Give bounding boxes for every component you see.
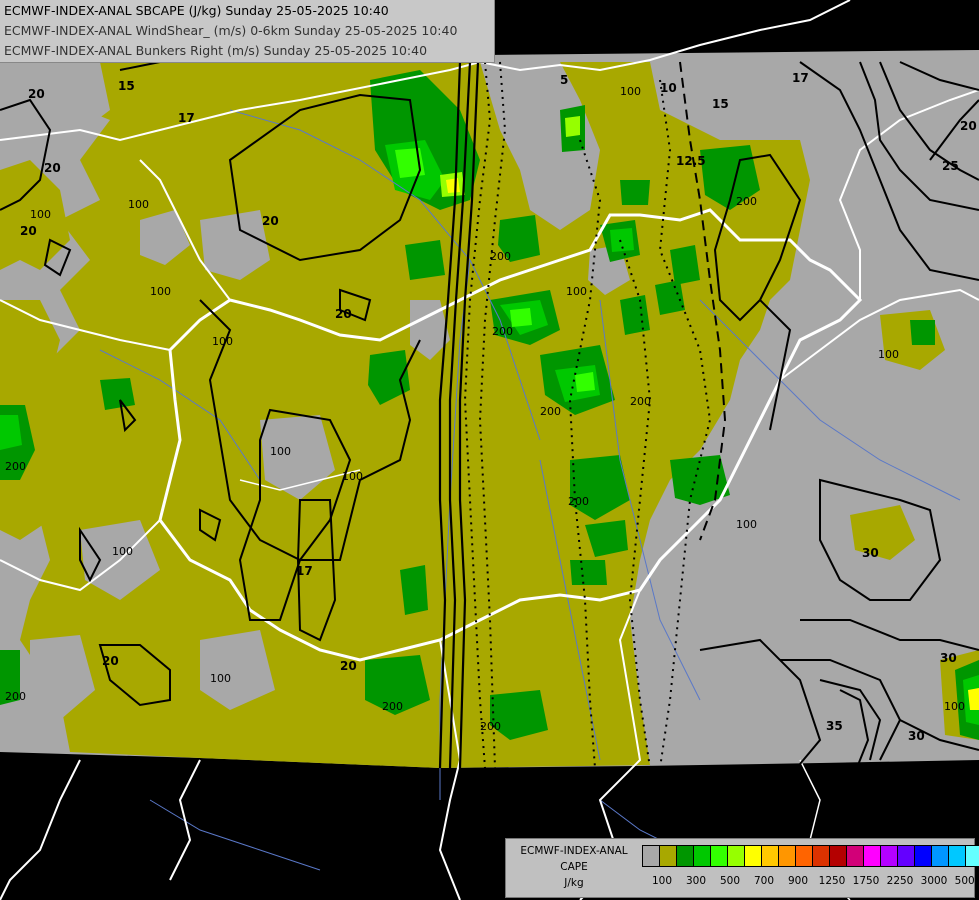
cape-label: 100 [210,672,231,685]
shear-label: 30 [940,651,957,665]
legend-swatch [915,846,932,866]
shear-label: 20 [102,654,119,668]
shear-label: 30 [908,729,925,743]
cape-label: 200 [480,720,501,733]
shear-label: 20 [44,161,61,175]
cape-label: 200 [540,405,561,418]
legend-swatch [779,846,796,866]
legend-units: J/kg [564,877,584,889]
cape-label: 200 [492,325,513,338]
map-title-box: ECMWF-INDEX-ANAL SBCAPE (J/kg) Sunday 25… [0,0,495,63]
shear-label: 20 [335,307,352,321]
shear-label: 10 [660,81,677,95]
shear-label: 12.5 [676,154,706,168]
shear-label: 17 [792,71,809,85]
legend-tick: 2250 [886,875,914,887]
legend-swatch [864,846,881,866]
legend-tick: 700 [753,875,775,887]
cape-label: 200 [568,495,589,508]
legend-swatch [677,846,694,866]
cape-label: 100 [270,445,291,458]
legend-tick: 5000 [954,875,979,887]
legend-swatch [728,846,745,866]
legend-tick: 300 [685,875,707,887]
shear-label: 17 [178,111,195,125]
cape-label: 200 [5,690,26,703]
shear-label: 17 [296,564,313,578]
legend-tick-labels: 100 300 500 700 900 1250 1750 2250 3000 5000 [642,875,979,891]
legend-swatch [898,846,915,866]
shear-label: 20 [20,224,37,238]
legend-swatch [762,846,779,866]
shear-label: 20 [28,87,45,101]
legend-tick: 500 [719,875,741,887]
legend-tick: 100 [651,875,673,887]
cape-label: 100 [212,335,233,348]
cape-label: 100 [342,470,363,483]
legend-swatch [643,846,660,866]
legend-swatch [813,846,830,866]
shear-label: 5 [560,73,568,87]
shear-label: 35 [826,719,843,733]
legend-color-scale [642,845,979,867]
legend-variable: CAPE [560,861,588,873]
cape-legend: ECMWF-INDEX-ANAL CAPE J/kg 100 300 500 700 9… [505,838,979,898]
shear-label: 20 [262,214,279,228]
legend-swatch [694,846,711,866]
cape-label: 100 [30,208,51,221]
cape-label: 100 [112,545,133,558]
cape-label: 100 [620,85,641,98]
legend-swatch [711,846,728,866]
shear-label: 15 [118,79,135,93]
cape-label: 100 [944,700,965,713]
legend-tick: 3000 [920,875,948,887]
cape-label: 200 [382,700,403,713]
title-windshear: ECMWF-INDEX-ANAL WindShear_ (m/s) 0-6km … [4,23,458,38]
title-sbcape: ECMWF-INDEX-ANAL SBCAPE (J/kg) Sunday 25… [4,3,389,18]
shear-label: 20 [960,119,977,133]
cape-label: 100 [736,518,757,531]
legend-swatch [932,846,949,866]
legend-tick: 900 [787,875,809,887]
cape-label: 200 [5,460,26,473]
shear-label: 30 [862,546,879,560]
legend-swatch [847,846,864,866]
cape-label: 100 [878,348,899,361]
legend-swatch [660,846,677,866]
cape-label: 200 [630,395,651,408]
legend-swatch [796,846,813,866]
forecast-map: 20 15 17 20 20 20 17 20 20 20 15 12.5 10… [0,0,979,900]
cape-label: 200 [736,195,757,208]
legend-tick: 1250 [818,875,846,887]
cape-label: 100 [566,285,587,298]
legend-swatch [881,846,898,866]
legend-source: ECMWF-INDEX-ANAL [520,845,628,857]
cape-label: 100 [128,198,149,211]
legend-tick: 1750 [852,875,880,887]
cape-label: 200 [490,250,511,263]
legend-swatch [949,846,966,866]
shear-label: 25 [942,159,959,173]
cape-label: 100 [150,285,171,298]
legend-swatch [966,846,979,866]
legend-swatch [830,846,847,866]
legend-swatch [745,846,762,866]
title-bunkers: ECMWF-INDEX-ANAL Bunkers Right (m/s) Sun… [4,43,428,58]
shear-label: 15 [712,97,729,111]
shear-label: 20 [340,659,357,673]
